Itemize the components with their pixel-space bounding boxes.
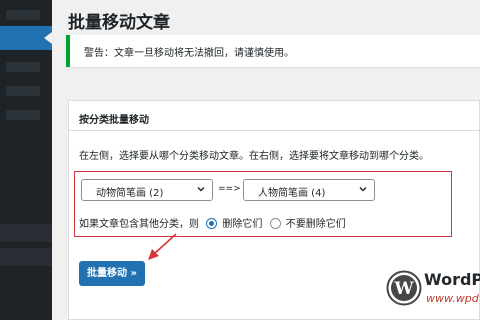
panel-title: 按分类批量移动 <box>79 115 149 126</box>
panel-header: 按分类批量移动 <box>69 101 479 131</box>
batch-move-button[interactable]: 批量移动 » <box>79 261 145 286</box>
svg-text:W: W <box>393 279 414 299</box>
to-category-select[interactable]: 人物简笔画 (4) <box>243 179 375 201</box>
from-category-value: 动物简笔画 (2) <box>96 188 164 199</box>
page-title: 批量移动文章 <box>68 13 170 33</box>
move-separator: ==> <box>218 184 241 194</box>
sidebar-item[interactable] <box>6 10 40 20</box>
chevron-down-icon <box>197 187 205 192</box>
notice-text: 警告：文章一旦移动将无法撤回，请谨慎使用。 <box>84 48 294 59</box>
radio-keep[interactable] <box>269 218 281 229</box>
sidebar-item[interactable] <box>6 62 40 72</box>
sidebar-item[interactable] <box>0 224 52 242</box>
radio-delete-label[interactable]: 删除它们 <box>222 219 262 230</box>
warning-notice: 警告：文章一旦移动将无法撤回，请谨慎使用。 <box>66 35 480 67</box>
panel-description: 在左侧，选择要从哪个分类移动文章。在右侧，选择要将文章移动到哪个分类。 <box>79 151 429 162</box>
sidebar-current-indicator <box>44 32 52 44</box>
other-categories-option: 如果文章包含其他分类，则 删除它们 不要删除它们 <box>79 215 348 230</box>
option-prompt: 如果文章包含其他分类，则 <box>79 219 199 230</box>
sidebar-item[interactable] <box>0 248 52 266</box>
watermark-name: WordPr <box>424 270 480 289</box>
radio-keep-label[interactable]: 不要删除它们 <box>286 219 346 230</box>
radio-delete[interactable] <box>206 218 218 229</box>
sidebar-item[interactable] <box>6 86 40 96</box>
chevron-down-icon <box>359 187 367 192</box>
red-arrow-icon <box>148 233 177 260</box>
watermark-url: www.wpd <box>426 292 479 305</box>
wordpress-logo-icon: W <box>386 270 422 306</box>
from-category-select[interactable]: 动物简笔画 (2) <box>81 179 213 201</box>
wordpress-watermark: W WordPr www.wpd <box>386 268 480 314</box>
to-category-value: 人物简笔画 (4) <box>258 188 326 199</box>
sidebar-item[interactable] <box>6 110 40 120</box>
admin-sidebar <box>0 0 52 320</box>
